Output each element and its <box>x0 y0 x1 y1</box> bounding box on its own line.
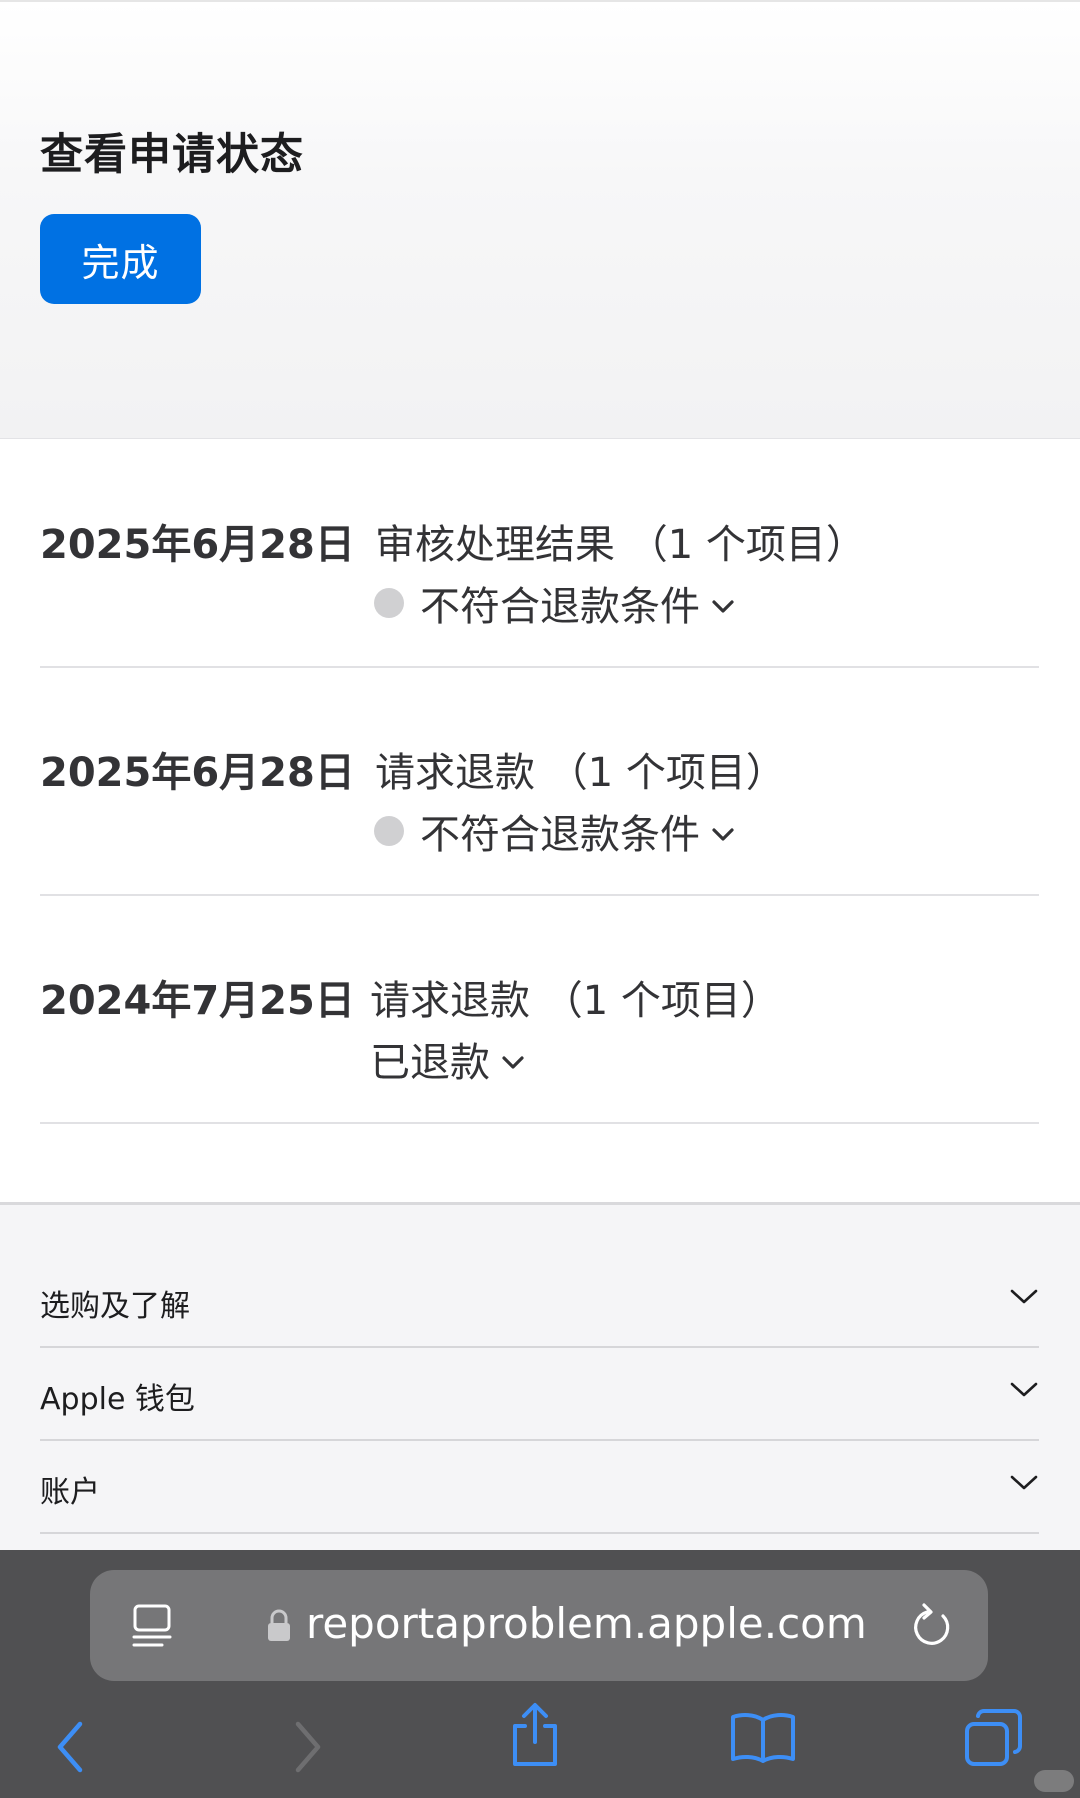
request-status-toggle[interactable]: 不符合退款条件 <box>374 802 736 860</box>
status-dot <box>374 816 404 846</box>
chevron-down-icon <box>1009 1380 1039 1404</box>
back-icon[interactable] <box>52 1720 88 1778</box>
tabs-icon[interactable] <box>964 1708 1024 1772</box>
request-type: 审核处理结果 （1 个项目） <box>375 522 866 568</box>
request-type: 请求退款 （1 个项目） <box>375 750 786 796</box>
request-status: 不符合退款条件 <box>420 584 700 630</box>
page-title: 查看申请状态 <box>40 130 304 180</box>
footer-nav: 选购及了解 Apple 钱包 账户 <box>0 1202 1080 1550</box>
done-button[interactable]: 完成 <box>40 214 201 304</box>
watermark <box>1034 1770 1074 1792</box>
request-date: 2024年7月25日 <box>40 978 355 1024</box>
footer-item-label: 账户 <box>40 1475 100 1510</box>
request-row: 2024年7月25日 请求退款 （1 个项目） 已退款 <box>40 896 1039 1124</box>
request-row: 2025年6月28日 请求退款 （1 个项目） 不符合退款条件 <box>40 668 1039 896</box>
chevron-down-icon <box>1009 1473 1039 1497</box>
browser-toolbar: reportaproblem.apple.com <box>0 1550 1080 1798</box>
chevron-down-icon <box>710 580 736 626</box>
status-dot <box>374 588 404 618</box>
request-row: 2025年6月28日 审核处理结果 （1 个项目） 不符合退款条件 <box>40 440 1039 668</box>
footer-item-account[interactable]: 账户 <box>40 1441 1039 1534</box>
request-status-toggle[interactable]: 不符合退款条件 <box>374 574 736 632</box>
reload-icon[interactable] <box>910 1602 954 1652</box>
footer-item-wallet[interactable]: Apple 钱包 <box>40 1348 1039 1441</box>
bookmarks-icon[interactable] <box>730 1712 796 1768</box>
request-date: 2025年6月28日 <box>40 522 355 568</box>
request-status: 已退款 <box>370 1040 490 1086</box>
chevron-down-icon <box>1009 1287 1039 1311</box>
chevron-down-icon <box>710 808 736 854</box>
footer-item-label: 选购及了解 <box>40 1289 190 1324</box>
share-icon[interactable] <box>507 1702 563 1772</box>
chevron-down-icon <box>500 1036 526 1082</box>
url-text: reportaproblem.apple.com <box>306 1599 867 1648</box>
request-type: 请求退款 （1 个项目） <box>370 978 781 1024</box>
lock-icon <box>266 1608 292 1648</box>
footer-item-shop[interactable]: 选购及了解 <box>40 1255 1039 1348</box>
reader-icon[interactable] <box>132 1604 174 1652</box>
request-status: 不符合退款条件 <box>420 812 700 858</box>
footer-item-label: Apple 钱包 <box>40 1382 195 1417</box>
request-list: 2025年6月28日 审核处理结果 （1 个项目） 不符合退款条件 2025年6… <box>0 440 1080 1202</box>
address-bar[interactable]: reportaproblem.apple.com <box>90 1570 988 1681</box>
forward-icon[interactable] <box>290 1720 326 1778</box>
page-header: 查看申请状态 完成 <box>0 0 1080 439</box>
request-date: 2025年6月28日 <box>40 750 355 796</box>
request-status-toggle[interactable]: 已退款 <box>370 1030 526 1088</box>
